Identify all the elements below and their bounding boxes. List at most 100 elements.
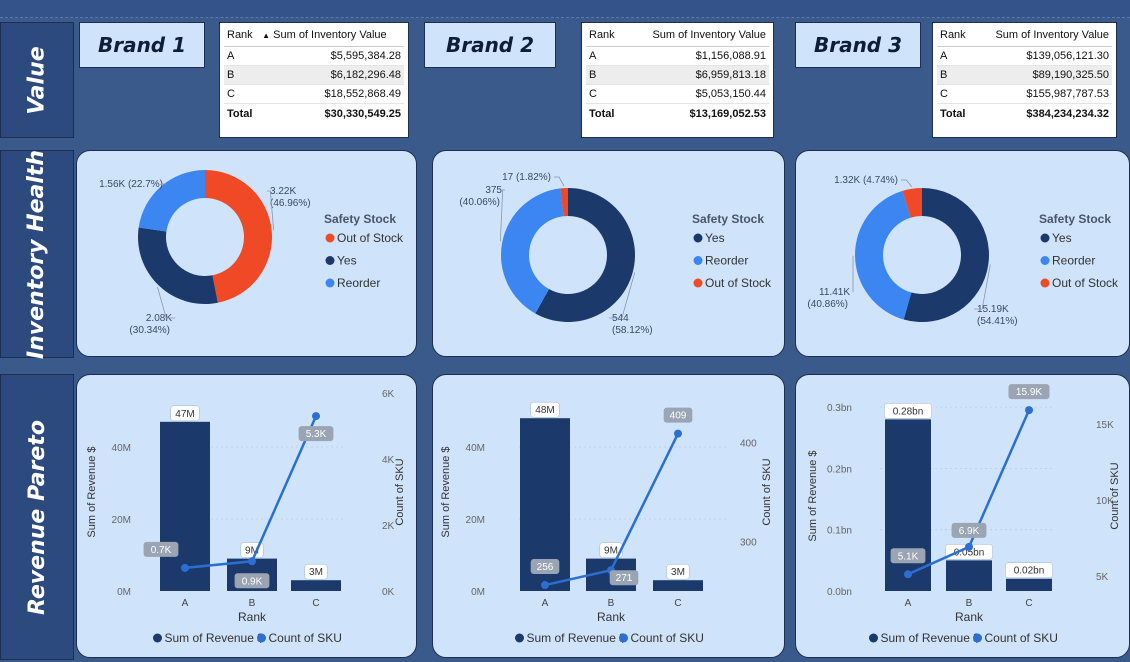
value-cell: $5,595,384.28	[259, 46, 404, 66]
rank-cell: A	[224, 46, 260, 66]
brand-1-donut-chart[interactable]: 3.22K(46.96%) 2.08K(30.34%) 1.56K (22.7%) S…	[77, 151, 417, 357]
y2-tick-label: 400	[740, 439, 757, 450]
revenue-bar[interactable]	[1006, 578, 1052, 591]
x-tick-label: C	[1025, 598, 1032, 609]
sku-count-point[interactable]	[248, 557, 256, 566]
brand-2-pareto-chart[interactable]: 0M 20M 40M 300 400 Sum of Revenue $ Count of S…	[433, 375, 785, 658]
donut-legend-item[interactable]: Out of Stock	[337, 231, 404, 245]
revenue-bar[interactable]	[885, 419, 931, 591]
x-tick-label: C	[674, 598, 681, 609]
value-cell: $5,053,150.44	[624, 84, 769, 104]
donut-data-pct: (58.12%)	[612, 325, 653, 336]
bar-data-label: 47M	[175, 409, 194, 420]
legend-marker	[1040, 233, 1050, 243]
donut-legend-item[interactable]: Yes	[705, 231, 725, 245]
col-sum-inventory-value[interactable]: Sum of Inventory Value	[624, 26, 769, 47]
sku-count-point[interactable]	[965, 542, 973, 551]
x-axis-title: Rank	[597, 610, 626, 624]
donut-legend-item[interactable]: Reorder	[337, 276, 380, 290]
legend-marker	[325, 278, 335, 288]
legend-item-sku-count[interactable]: Count of SKU	[985, 631, 1058, 645]
table-row: B $89,190,325.50	[937, 65, 1112, 85]
y-tick-label: 0.3bn	[827, 403, 852, 414]
brand-2-title: Brand 2	[424, 22, 556, 68]
col-rank[interactable]: Rank	[586, 26, 625, 47]
table-row: C $5,053,150.44	[586, 84, 769, 104]
donut-legend-title: Safety Stock	[324, 212, 396, 226]
table-row: C $155,987,787.53	[937, 84, 1112, 104]
x-tick-label: B	[608, 598, 615, 609]
sku-count-point[interactable]	[904, 570, 912, 579]
legend-marker	[153, 633, 162, 643]
donut-leader-line	[499, 189, 505, 242]
donut-legend-item[interactable]: Yes	[1052, 231, 1072, 245]
sku-count-point[interactable]	[541, 581, 549, 590]
brand-1-pareto-card[interactable]: 0M 20M 40M 0K 2K 4K 6K Sum of Revenue $ Count of…	[76, 374, 417, 658]
donut-legend-item[interactable]: Out of Stock	[1052, 276, 1119, 290]
total-value: $30,330,549.25	[259, 103, 404, 123]
donut-slice-reorder[interactable]	[855, 190, 912, 320]
sku-count-point[interactable]	[1025, 406, 1033, 415]
brand-3-inventory-table: Rank Sum of Inventory Value A $139,056,12…	[932, 22, 1117, 138]
donut-legend-item[interactable]: Reorder	[1052, 254, 1095, 268]
brand-3-donut-chart[interactable]: 15.19K(54.41%) 11.41K(40.86%) 1.32K (4.74%…	[796, 151, 1130, 357]
donut-legend-item[interactable]: Yes	[337, 254, 357, 268]
total-value: $384,234,234.32	[973, 103, 1112, 123]
col-sum-inventory-value-label: Sum of Inventory Value	[273, 29, 387, 41]
sku-count-point[interactable]	[312, 412, 320, 421]
revenue-bar[interactable]	[946, 560, 992, 591]
donut-leader-line	[901, 179, 913, 188]
y-tick-label: 20M	[112, 515, 131, 526]
col-sum-inventory-value[interactable]: Sum of Inventory Value	[973, 26, 1112, 47]
brand-2-pareto-card[interactable]: 0M 20M 40M 300 400 Sum of Revenue $ Count of S…	[432, 374, 785, 658]
legend-marker	[869, 633, 878, 643]
rank-cell: C	[937, 84, 974, 104]
line-data-label: 271	[616, 573, 633, 584]
legend-marker	[973, 633, 982, 643]
donut-slice-yes[interactable]	[138, 227, 218, 304]
brand-1-pareto-chart[interactable]: 0M 20M 40M 0K 2K 4K 6K Sum of Revenue $ Count of…	[77, 375, 417, 658]
donut-data-pct: (40.86%)	[807, 299, 848, 310]
y-tick-label: 0.2bn	[827, 464, 852, 475]
legend-item-revenue[interactable]: Sum of Revenue $	[165, 631, 265, 645]
legend-item-sku-count[interactable]: Count of SKU	[269, 631, 342, 645]
brand-3-pareto-chart[interactable]: 0.0bn0.1bn0.2bn0.3bn5K10K15KSum of Reven…	[796, 375, 1130, 658]
line-data-label: 5.3K	[306, 429, 327, 440]
brand-2-donut-card[interactable]: 544 (58.12%) 375 (40.06%) 17 (1.82%) Safety S…	[432, 150, 785, 357]
x-tick-label: B	[966, 598, 973, 609]
row-label-inventory-health-text: Inventory Health	[24, 149, 50, 359]
legend-item-sku-count[interactable]: Count of SKU	[631, 631, 704, 645]
legend-item-revenue[interactable]: Sum of Revenue $	[881, 631, 981, 645]
value-cell: $18,552,868.49	[259, 84, 404, 104]
line-data-label: 256	[537, 562, 554, 573]
value-cell: $1,156,088.91	[624, 46, 769, 66]
value-cell: $155,987,787.53	[973, 84, 1112, 104]
donut-slice-out-of-stock[interactable]	[205, 170, 272, 303]
donut-legend-title: Safety Stock	[692, 212, 764, 226]
line-data-label: 5.1K	[898, 551, 919, 562]
col-sum-inventory-value[interactable]: ▲ Sum of Inventory Value	[259, 26, 404, 47]
y-tick-label: 0.1bn	[827, 526, 852, 537]
col-rank[interactable]: Rank	[224, 26, 260, 47]
brand-2-donut-chart[interactable]: 544(58.12%) 375(40.06%) 17 (1.82%) Safety S…	[433, 151, 785, 357]
legend-item-revenue[interactable]: Sum of Revenue $	[527, 631, 627, 645]
donut-legend-item[interactable]: Out of Stock	[705, 276, 772, 290]
brand-1-donut-card[interactable]: 3.22K (46.96%) 2.08K (30.34%) 1.56K (22.7%) S…	[76, 150, 417, 357]
brand-3-pareto-card[interactable]: 0.0bn 0.1bn 0.2bn 0.3bn 5K 10K 15K Sum of Reven…	[795, 374, 1130, 658]
value-cell: $6,959,813.18	[624, 65, 769, 85]
bar-data-label: 3M	[309, 567, 323, 578]
x-axis-title: Rank	[238, 610, 267, 624]
total-value: $13,169,052.53	[624, 103, 769, 123]
rank-cell: B	[937, 65, 974, 85]
revenue-bar[interactable]	[653, 580, 703, 591]
sort-asc-icon[interactable]: ▲	[262, 31, 270, 40]
y2-axis-title: Count of SKU	[761, 458, 773, 525]
brand-3-donut-card[interactable]: 15.19K (54.41%) 11.41K (40.86%) 1.32K (4.74%…	[795, 150, 1130, 357]
col-rank[interactable]: Rank	[937, 26, 974, 47]
sku-count-point[interactable]	[181, 563, 189, 572]
revenue-bar[interactable]	[291, 580, 341, 591]
line-data-label: 0.9K	[242, 576, 263, 587]
donut-legend-item[interactable]: Reorder	[705, 254, 748, 268]
sku-count-point[interactable]	[674, 429, 682, 438]
x-axis-title: Rank	[955, 610, 984, 624]
